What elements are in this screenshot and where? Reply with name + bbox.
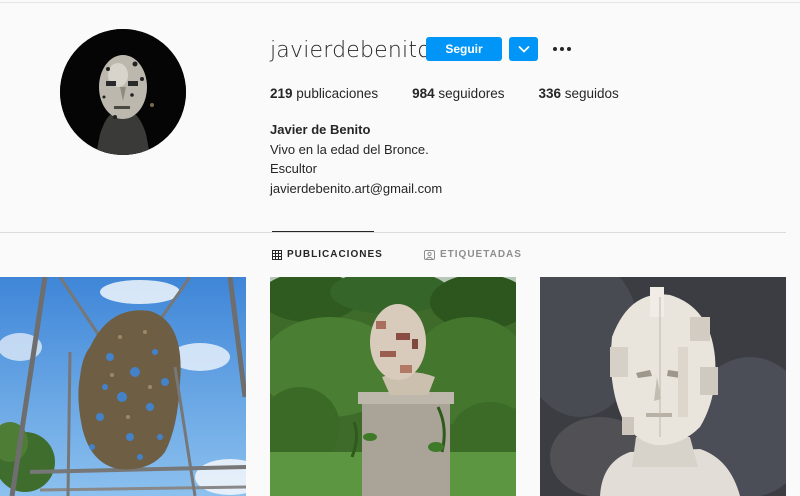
bio-line: Escultor xyxy=(270,161,317,176)
stat-posts-count: 219 xyxy=(270,86,293,101)
white-fragmented-bust-image xyxy=(540,277,786,496)
tab-posts[interactable]: PUBLICACIONES xyxy=(272,249,383,260)
active-tab-indicator xyxy=(272,231,374,232)
stat-following-count: 336 xyxy=(538,86,561,101)
stat-posts: 219 publicaciones xyxy=(270,86,378,101)
more-options-button[interactable] xyxy=(551,40,573,58)
profile-avatar[interactable] xyxy=(60,29,186,155)
profile-page: javierdebenito Seguir 219 publicaciones … xyxy=(0,0,800,496)
more-options-icon xyxy=(553,47,571,51)
tabs-divider xyxy=(0,232,786,233)
bio-line: Vivo en la edad del Bronce. xyxy=(270,141,429,157)
profile-full-name: Javier de Benito xyxy=(270,122,371,137)
stat-posts-label: publicaciones xyxy=(296,86,379,101)
profile-username: javierdebenito xyxy=(270,38,431,63)
post-thumbnail[interactable] xyxy=(270,277,516,496)
stat-followers-label: seguidores xyxy=(438,86,505,101)
tab-tagged[interactable]: ETIQUETADAS xyxy=(424,249,522,260)
profile-bio: Javier de Benito Vivo en la edad del Bro… xyxy=(270,120,442,198)
tab-posts-label: PUBLICACIONES xyxy=(287,249,383,260)
stat-following-label: seguidos xyxy=(564,86,619,101)
stat-followers[interactable]: 984 seguidores xyxy=(412,86,504,101)
avatar-image xyxy=(60,29,186,155)
follow-button[interactable]: Seguir xyxy=(426,37,502,61)
stat-following[interactable]: 336 seguidos xyxy=(538,86,618,101)
chevron-down-icon xyxy=(517,45,530,53)
grid-icon xyxy=(272,249,282,260)
tab-tagged-label: ETIQUETADAS xyxy=(440,249,522,260)
profile-stats: 219 publicaciones 984 seguidores 336 seg… xyxy=(270,86,653,101)
post-thumbnail[interactable] xyxy=(0,277,246,496)
post-thumbnail[interactable] xyxy=(540,277,786,496)
tagged-icon xyxy=(424,249,435,260)
suggestions-dropdown-button[interactable] xyxy=(509,37,538,61)
wire-head-sculpture-image xyxy=(0,277,246,496)
top-divider xyxy=(0,2,800,3)
stat-followers-count: 984 xyxy=(412,86,435,101)
bio-email: javierdebenito.art@gmail.com xyxy=(270,180,443,196)
garden-bust-sculpture-image xyxy=(270,277,516,496)
